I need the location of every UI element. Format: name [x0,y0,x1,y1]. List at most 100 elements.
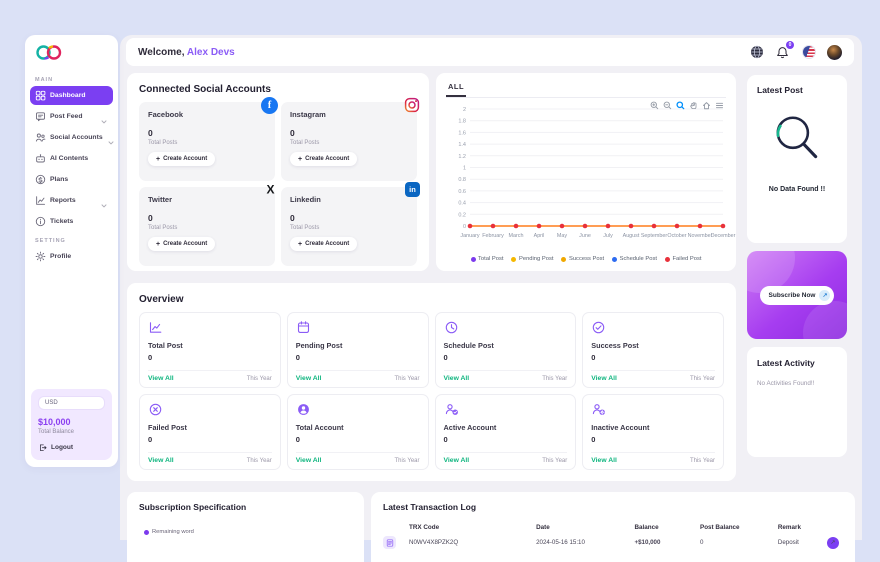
view-all-link[interactable]: View All [591,457,617,464]
view-all-link[interactable]: View All [444,375,470,382]
period-label: This Year [247,376,272,382]
legend-item-total-post[interactable]: Total Post [471,256,504,262]
social-post-count: 0 [290,128,408,138]
x-axis-label: April [534,233,545,239]
legend-item-schedule-post[interactable]: Schedule Post [612,256,657,262]
app-logo[interactable] [25,35,118,70]
y-axis-label: 0 [463,224,466,230]
y-axis-label: 0.4 [458,201,466,207]
sidebar-item-plans[interactable]: Plans [30,170,113,189]
arrow-up-right-icon: ↗ [819,290,830,301]
data-point-marker [721,224,726,229]
legend-dot [561,257,566,262]
notifications-button[interactable]: 0 [775,45,790,60]
row-action-button[interactable]: ↗ [827,537,839,549]
social-post-count: 0 [290,213,408,223]
overview-stat-card-active-account: Active Account 0 View All This Year [435,394,577,470]
selection-zoom-icon[interactable] [676,97,685,106]
create-account-button[interactable]: + Create Account [148,237,215,251]
user-check-icon [444,402,568,417]
menu-icon[interactable] [715,97,724,106]
profile-icon [35,251,46,262]
legend-item-success-post[interactable]: Success Post [561,256,604,262]
view-all-link[interactable]: View All [296,457,322,464]
social-grid: Facebook f 0 Total Posts + Create Accoun… [139,102,417,266]
line-chart[interactable]: 00.20.40.60.811.21.41.61.82JanuaryFebrua… [446,98,726,255]
view-all-link[interactable]: View All [296,375,322,382]
create-account-label: Create Account [163,241,207,247]
overview-grid: Total Post 0 View All This Year Pending … [139,312,724,470]
view-all-link[interactable]: View All [148,457,174,464]
stat-value: 0 [296,353,420,362]
x-axis-label: November [688,233,713,239]
profile-menu-button[interactable] [827,45,842,60]
sidebar-item-label: Reports [50,197,96,204]
social-post-count: 0 [148,213,266,223]
chevron-down-icon [107,134,115,142]
zoom-in-icon[interactable] [650,97,659,106]
legend-label: Total Post [478,256,503,262]
legend-item-pending-post[interactable]: Pending Post [511,256,553,262]
sidebar-nav: MAIN Dashboard Post Feed Social Accounts… [25,77,118,266]
chevron-down-icon [100,113,108,121]
sidebar-item-social-accounts[interactable]: Social Accounts [30,128,113,147]
y-axis-label: 2 [463,107,466,113]
social-post-count-label: Total Posts [148,225,266,231]
sidebar-item-profile[interactable]: Profile [30,247,113,266]
create-account-button[interactable]: + Create Account [290,237,357,251]
create-account-button[interactable]: + Create Account [148,152,215,166]
y-axis-label: 0.2 [458,212,466,218]
overview-card: Overview Total Post 0 View All This Year… [127,283,736,481]
social-post-count-label: Total Posts [290,140,408,146]
view-all-link[interactable]: View All [444,457,470,464]
data-point-marker [468,224,473,229]
tab-all[interactable]: ALL [446,82,466,97]
create-account-button[interactable]: + Create Account [290,152,357,166]
subscribe-now-button[interactable]: Subscribe Now ↗ [760,286,835,305]
create-account-label: Create Account [305,156,349,162]
social-section-title: Connected Social Accounts [139,84,417,95]
chart-legend: Total Post Pending Post Success Post Sch… [446,256,726,262]
svg-text:X: X [266,183,274,197]
currency-select[interactable]: USD [38,396,105,410]
overview-stat-card-total-post: Total Post 0 View All This Year [139,312,281,388]
sidebar-item-label: Social Accounts [50,134,103,141]
home-icon[interactable] [702,97,711,106]
logo-icon [35,44,65,61]
legend-label: Success Post [569,256,604,262]
table-header-cell: Post Balance [700,524,774,531]
x-axis-label: May [557,233,567,239]
sidebar-item-reports[interactable]: Reports [30,191,113,210]
decorative-blob [803,301,847,339]
y-axis-label: 1.2 [458,154,466,160]
overview-title: Overview [139,294,724,305]
period-label: This Year [542,376,567,382]
social-account-card-linkedin: Linkedin in 0 Total Posts + Create Accou… [281,187,417,266]
overview-stat-card-success-post: Success Post 0 View All This Year [582,312,724,388]
sidebar-item-tickets[interactable]: Tickets [30,212,113,231]
no-activities-text: No Activities Found!! [757,380,837,387]
language-flag-button[interactable] [801,45,816,60]
pan-icon[interactable] [689,97,698,106]
social-platform-name: Facebook [148,110,266,119]
period-label: This Year [247,458,272,464]
legend-item-failed-post[interactable]: Failed Post [665,256,702,262]
globe-button[interactable] [749,45,764,60]
logout-button[interactable]: Logout [38,443,105,452]
stat-title: Active Account [444,423,568,432]
connected-social-accounts-card: Connected Social Accounts Facebook f 0 T… [127,73,429,271]
subscription-spec-title: Subscription Specification [139,502,352,512]
sidebar-item-post-feed[interactable]: Post Feed [30,107,113,126]
stat-title: Pending Post [296,341,420,350]
us-flag-icon [802,45,816,59]
view-all-link[interactable]: View All [148,375,174,382]
table-header-cell: Remark [778,524,823,531]
overview-stat-card-schedule-post: Schedule Post 0 View All This Year [435,312,577,388]
sidebar-item-ai-contents[interactable]: AI Contents [30,149,113,168]
legend-dot [612,257,617,262]
data-point-marker [491,224,496,229]
sidebar-item-dashboard[interactable]: Dashboard [30,86,113,105]
table-row: N0WV4X8PZK2Q 2024-05-16 15:10 +$10,000 0… [383,536,843,549]
view-all-link[interactable]: View All [591,375,617,382]
zoom-out-icon[interactable] [663,97,672,106]
